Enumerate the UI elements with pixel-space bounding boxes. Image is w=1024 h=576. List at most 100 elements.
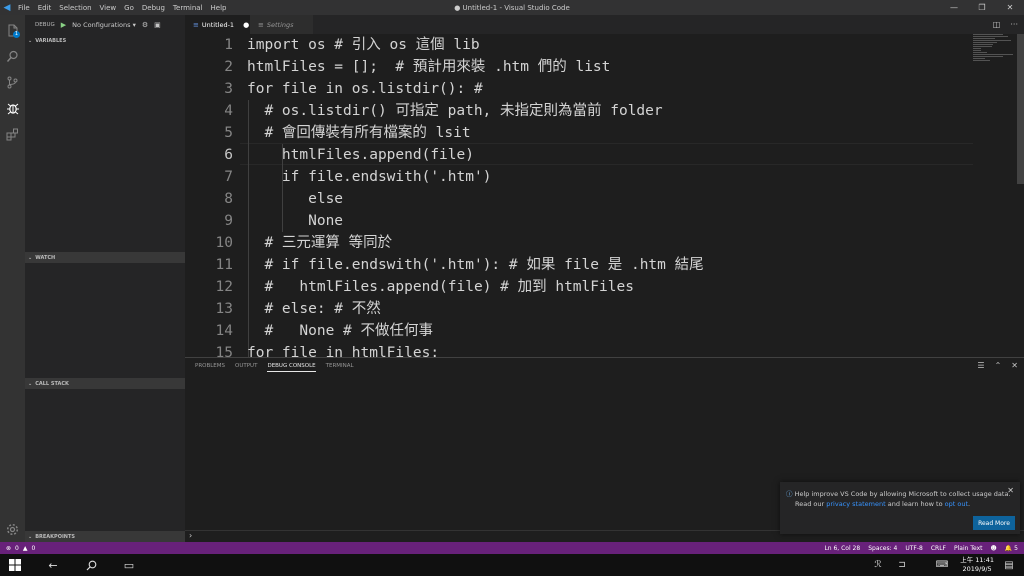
language-mode[interactable]: Plain Text — [954, 545, 982, 552]
line-number: 14 — [215, 323, 233, 339]
encoding-status[interactable]: UTF-8 — [905, 545, 923, 552]
tab-label: Settings — [266, 20, 294, 29]
cursor-position[interactable]: Ln 6, Col 28 — [824, 545, 860, 552]
restore-button[interactable]: ❐ — [968, 0, 996, 15]
clock-time: 上午 11:41 — [960, 556, 994, 564]
problems-status[interactable]: ⊗ 0 ▲ 0 — [6, 545, 35, 552]
call-stack-section-header[interactable]: ⌄ CALL STACK — [25, 378, 185, 389]
code-line[interactable]: 5 # 會回傳裝有所有檔案的 lsit — [185, 122, 975, 144]
pen-ink-icon[interactable]: ℛ — [866, 554, 890, 576]
editor-tabs: ≡ Untitled-1 ● ≡ Settings ◫ ··· — [185, 15, 1024, 34]
close-panel-icon[interactable]: ✕ — [1011, 361, 1018, 370]
read-more-button[interactable]: Read More — [973, 516, 1015, 530]
code-editor[interactable]: 1 import os # 引入 os 這個 lib 2 htmlFiles = []… — [185, 34, 1024, 357]
tab-label: Untitled-1 — [201, 20, 235, 29]
menu-debug[interactable]: Debug — [138, 4, 169, 12]
minimap[interactable] — [973, 34, 1013, 64]
line-code: # None # 不做任何事 — [247, 323, 433, 339]
tab-terminal[interactable]: TERMINAL — [326, 363, 354, 372]
code-line[interactable]: 11 # if file.endswith('.htm'): # 如果 file… — [185, 254, 975, 276]
more-actions-icon[interactable]: ··· — [1010, 20, 1018, 29]
code-line[interactable]: 15 for file in htmlFiles: — [185, 342, 975, 357]
line-code: htmlFiles.append(file) — [247, 147, 474, 163]
keyboard-icon[interactable]: ⌨ — [930, 554, 954, 576]
line-code: # if file.endswith('.htm'): # 如果 file 是 … — [247, 257, 704, 273]
menu-go[interactable]: Go — [120, 4, 138, 12]
close-notification-icon[interactable]: ✕ — [1007, 486, 1014, 495]
vscode-logo-icon: ◀ — [3, 2, 11, 13]
eol-status[interactable]: CRLF — [931, 545, 946, 552]
variables-section-header[interactable]: ⌄ VARIABLES — [25, 35, 185, 46]
start-debugging-icon[interactable]: ▶ — [61, 21, 66, 29]
back-arrow-icon[interactable]: ← — [38, 554, 68, 576]
action-center-icon[interactable]: ▤ — [998, 554, 1020, 576]
opt-out-link[interactable]: opt out — [945, 500, 968, 508]
source-control-icon[interactable] — [0, 71, 25, 93]
tab-problems[interactable]: PROBLEMS — [195, 363, 225, 372]
editor-actions: ◫ ··· — [993, 15, 1018, 34]
cortana-search-icon[interactable] — [76, 554, 106, 576]
task-view-icon[interactable]: ▭ — [114, 554, 144, 576]
status-bar: ⊗ 0 ▲ 0 Ln 6, Col 28 Spaces: 4 UTF-8 CRLF … — [0, 542, 1024, 554]
tab-untitled-1[interactable]: ≡ Untitled-1 ● — [185, 15, 250, 34]
code-line[interactable]: 7 if file.endswith('.htm') — [185, 166, 975, 188]
extensions-icon[interactable] — [0, 123, 25, 145]
search-icon[interactable] — [0, 45, 25, 67]
code-line[interactable]: 12 # htmlFiles.append(file) # 加到 htmlFil… — [185, 276, 975, 298]
menu-help[interactable]: Help — [207, 4, 231, 12]
feedback-smiley-icon[interactable]: ☻ — [991, 545, 997, 552]
menu-selection[interactable]: Selection — [55, 4, 95, 12]
tab-debug-console[interactable]: DEBUG CONSOLE — [267, 363, 316, 372]
split-editor-icon[interactable]: ◫ — [993, 20, 1001, 29]
close-window-button[interactable]: ✕ — [996, 0, 1024, 15]
code-line[interactable]: 4 # os.listdir() 可指定 path, 未指定則為當前 folde… — [185, 100, 975, 122]
line-number: 10 — [215, 235, 233, 251]
explorer-icon[interactable]: 1 — [0, 19, 25, 41]
windows-start-icon[interactable] — [0, 554, 30, 576]
indentation-status[interactable]: Spaces: 4 — [868, 545, 897, 552]
code-line[interactable]: 2 htmlFiles = []; # 預計用來裝 .htm 們的 list — [185, 56, 975, 78]
debug-config-select[interactable]: No Configurations ▾ — [72, 21, 136, 29]
notification-text: and learn how to — [887, 500, 943, 508]
menu-terminal[interactable]: Terminal — [169, 4, 207, 12]
code-line[interactable]: 10 # 三元運算 等同於 — [185, 232, 975, 254]
minimize-button[interactable]: — — [940, 0, 968, 15]
code-line[interactable]: 3 for file in os.listdir(): # — [185, 78, 975, 100]
tray-device-icon[interactable]: ⊐ — [890, 554, 914, 576]
line-number: 15 — [215, 345, 233, 357]
dirty-indicator[interactable]: ● — [243, 21, 249, 29]
breakpoints-section-header[interactable]: ⌄ BREAKPOINTS — [25, 531, 185, 542]
editor-scrollbar[interactable] — [1017, 34, 1024, 184]
code-line[interactable]: 8 else — [185, 188, 975, 210]
debug-console-icon[interactable]: ▣ — [154, 21, 161, 29]
code-line[interactable]: 6 htmlFiles.append(file) — [185, 144, 975, 166]
clock-date: 2019/9/5 — [962, 565, 992, 573]
code-line[interactable]: 1 import os # 引入 os 這個 lib — [185, 34, 975, 56]
explorer-badge: 1 — [13, 31, 20, 38]
line-code: None — [247, 213, 344, 229]
debug-icon[interactable] — [0, 97, 25, 119]
menu-view[interactable]: View — [96, 4, 121, 12]
menu-file[interactable]: File — [14, 4, 34, 12]
clear-console-icon[interactable]: ☰ — [977, 361, 984, 370]
watch-section-header[interactable]: ⌄ WATCH — [25, 252, 185, 263]
line-number: 4 — [224, 103, 233, 119]
panel-tabs: PROBLEMS OUTPUT DEBUG CONSOLE TERMINAL — [195, 363, 354, 372]
variables-title: VARIABLES — [35, 37, 67, 44]
tab-settings[interactable]: ≡ Settings — [250, 15, 313, 34]
breakpoints-title: BREAKPOINTS — [35, 533, 75, 540]
code-line[interactable]: 13 # else: # 不然 — [185, 298, 975, 320]
settings-gear-icon[interactable] — [0, 518, 25, 540]
open-launch-json-icon[interactable]: ⚙ — [142, 21, 148, 29]
notifications-bell[interactable]: 🔔 5 — [1005, 545, 1018, 552]
notification-line2: Read our privacy statement and learn how… — [795, 500, 970, 508]
privacy-statement-link[interactable]: privacy statement — [826, 500, 885, 508]
notification-text: Read our — [795, 500, 825, 508]
line-number: 6 — [224, 147, 233, 163]
code-line[interactable]: 9 None — [185, 210, 975, 232]
maximize-panel-icon[interactable]: ⌃ — [995, 361, 1002, 370]
taskbar-clock[interactable]: 上午 11:41 2019/9/5 — [960, 556, 994, 574]
code-line[interactable]: 14 # None # 不做任何事 — [185, 320, 975, 342]
menu-edit[interactable]: Edit — [34, 4, 56, 12]
tab-output[interactable]: OUTPUT — [235, 363, 257, 372]
